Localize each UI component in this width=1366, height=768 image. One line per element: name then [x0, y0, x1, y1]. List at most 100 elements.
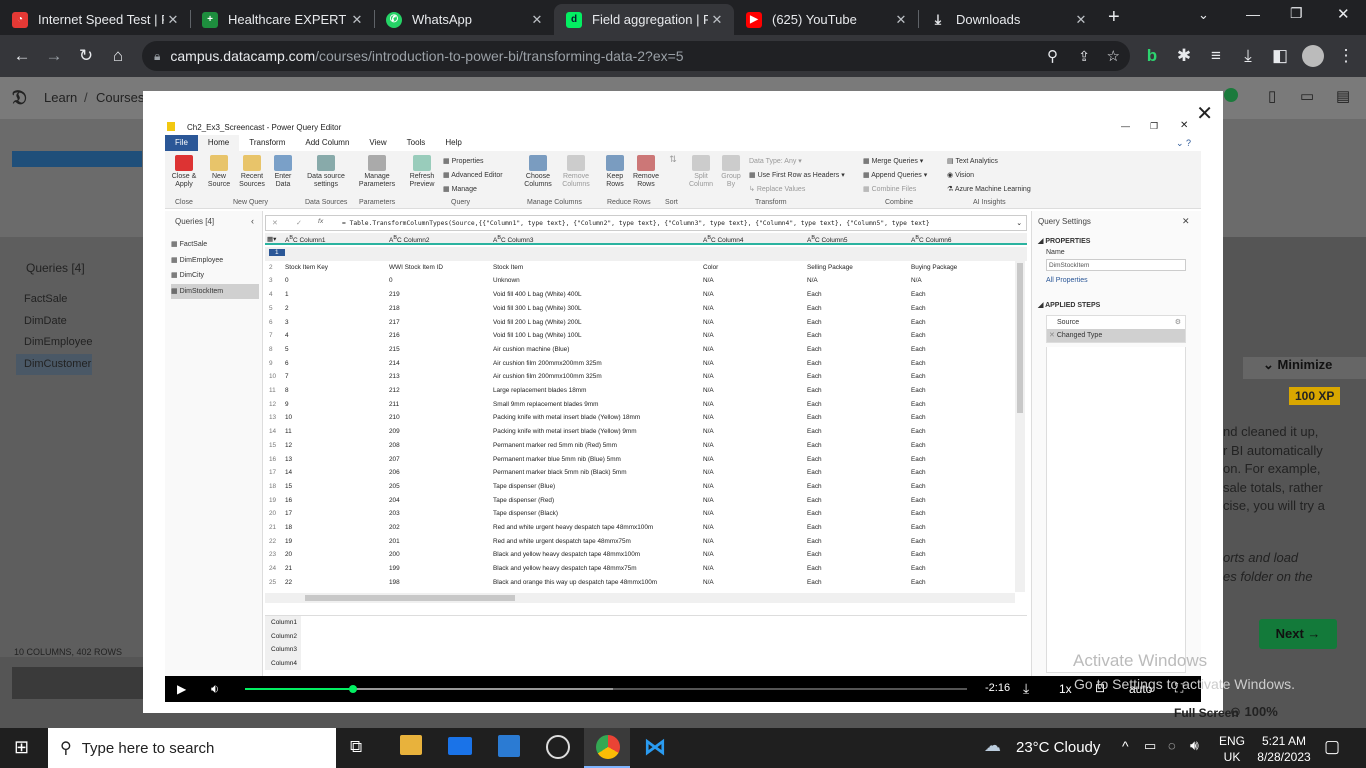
table-row[interactable]: 25 22 198 Black and orange this way up desp…: [265, 576, 1027, 590]
extensions-puzzle-icon[interactable]: ✱: [1172, 44, 1196, 68]
tab-field-aggregation[interactable]: d Field aggregation | Po ✕: [554, 4, 734, 35]
table-row[interactable]: 17 14 206 Permanent marker black 5mm nib (B…: [265, 466, 1027, 480]
new-source-button[interactable]: New Source: [205, 155, 233, 189]
manage-parameters-button[interactable]: Manage Parameters: [355, 155, 399, 189]
close-tab-icon[interactable]: ✕: [1072, 12, 1090, 28]
all-properties-link[interactable]: All Properties: [1046, 277, 1088, 284]
text-analytics-button[interactable]: ▤ Text Analytics: [947, 155, 1031, 169]
pq-close-icon[interactable]: ✕: [1180, 120, 1188, 131]
menu-view[interactable]: View: [359, 135, 396, 151]
menu-file[interactable]: File: [165, 135, 198, 151]
step-changed-type[interactable]: ✕ Changed Type: [1047, 329, 1185, 342]
recent-sources-button[interactable]: Recent Sources: [237, 155, 267, 189]
horizontal-scrollbar[interactable]: [265, 593, 1015, 603]
network-icon[interactable]: ▭: [1144, 738, 1156, 754]
choose-columns-button[interactable]: Choose Columns: [521, 155, 555, 189]
menu-help[interactable]: Help: [435, 135, 471, 151]
tab-downloads[interactable]: ⤓ Downloads ✕: [918, 4, 1098, 35]
media-control-icon[interactable]: ≡: [1204, 44, 1228, 68]
column-header[interactable]: ABC Column1: [285, 235, 325, 244]
taskbar-search[interactable]: ⚲ Type here to search: [48, 728, 336, 768]
merge-queries-button[interactable]: ▦ Merge Queries ▾: [863, 155, 927, 169]
close-settings-icon[interactable]: ✕: [1182, 216, 1190, 227]
learn-link[interactable]: Learn: [44, 90, 77, 105]
help-icon[interactable]: ⌄ ?: [1166, 135, 1201, 151]
sort-icon[interactable]: ⇅: [667, 155, 679, 164]
tab-whatsapp[interactable]: ✆ WhatsApp ✕: [374, 4, 554, 35]
speaker-icon[interactable]: 🔊︎: [1190, 737, 1199, 754]
pq-restore-icon[interactable]: ❐: [1150, 121, 1158, 132]
wifi-icon[interactable]: ◌: [1168, 738, 1176, 753]
vision-button[interactable]: ◉ Vision: [947, 169, 1031, 183]
table-row[interactable]: 10 7 213 Air cushion film 200mmx100mm 325m N…: [265, 370, 1027, 384]
column-header[interactable]: ABC Column6: [911, 235, 951, 244]
media-player-icon[interactable]: [546, 735, 570, 759]
tab-speed-test[interactable]: ◔ Internet Speed Test | F ✕: [0, 4, 190, 35]
properties-button[interactable]: ▦ Properties: [443, 155, 503, 169]
fx-icon[interactable]: fx: [318, 218, 323, 225]
table-row[interactable]: 13 10 210 Packing knife with metal insert b…: [265, 411, 1027, 425]
document-icon[interactable]: ▯: [1268, 87, 1276, 105]
table-row[interactable]: 22 19 201 Red and white urgent despatch tap…: [265, 535, 1027, 549]
close-tab-icon[interactable]: ✕: [708, 12, 726, 28]
close-tab-icon[interactable]: ✕: [892, 12, 910, 28]
back-icon[interactable]: ←: [10, 44, 34, 68]
full-screen-button[interactable]: Full Screen: [1174, 706, 1239, 720]
cancel-formula-icon[interactable]: ✕: [272, 219, 278, 227]
downloads-icon[interactable]: ⤓: [1236, 44, 1260, 68]
tray-chevron-icon[interactable]: ^: [1122, 738, 1129, 754]
table-row[interactable]: 11 8 212 Large replacement blades 18mm N/A Ea…: [265, 384, 1027, 398]
store-icon[interactable]: [498, 735, 520, 757]
clock[interactable]: 5:21 AM 8/28/2023: [1256, 733, 1312, 765]
table-row[interactable]: 8 5 215 Air cushion machine (Blue) N/A Each Ea…: [265, 343, 1027, 357]
share-icon[interactable]: ⇪: [1078, 48, 1090, 65]
data-grid[interactable]: ▦▾ ABC Column1 ABC Column2 ABC Column3 A…: [265, 233, 1027, 607]
table-row[interactable]: 24 21 199 Black and yellow heavy despatch t…: [265, 562, 1027, 576]
new-tab-icon[interactable]: +: [1108, 6, 1120, 29]
close-tab-icon[interactable]: ✕: [164, 12, 182, 28]
azure-ml-button[interactable]: ⚗ Azure Machine Learning: [947, 183, 1031, 197]
close-window-icon[interactable]: ✕: [1337, 5, 1350, 23]
next-button[interactable]: Next →: [1259, 619, 1337, 649]
menu-tools[interactable]: Tools: [397, 135, 436, 151]
refresh-preview-button[interactable]: Refresh Preview: [405, 155, 439, 189]
append-queries-button[interactable]: ▦ Append Queries ▾: [863, 169, 927, 183]
formula-bar[interactable]: ✕ ✓ fx = Table.TransformColumnTypes(Sour…: [265, 215, 1027, 231]
table-row[interactable]: 1: [265, 247, 1027, 261]
tab-search-icon[interactable]: ⌄: [1198, 7, 1209, 23]
table-row[interactable]: 6 3 217 Void fill 200 L bag (White) 200L N/A…: [265, 316, 1027, 330]
use-first-row-button[interactable]: ▦ Use First Row as Headers ▾: [749, 169, 845, 183]
table-row[interactable]: 23 20 200 Black and yellow heavy despatch t…: [265, 548, 1027, 562]
query-item[interactable]: ▦ DimCity: [171, 268, 259, 284]
vscode-icon[interactable]: ⋈: [644, 734, 666, 760]
column-header[interactable]: ABC Column5: [807, 235, 847, 244]
query-item[interactable]: ▦ FactSale: [171, 237, 259, 253]
table-row[interactable]: 16 13 207 Permanent marker blue 5mm nib (Bl…: [265, 453, 1027, 467]
chrome-icon[interactable]: [596, 735, 620, 759]
query-item[interactable]: ▦ DimEmployee: [171, 253, 259, 269]
menu-home[interactable]: Home: [197, 135, 240, 151]
table-row[interactable]: 12 9 211 Small 9mm replacement blades 9mm N/…: [265, 398, 1027, 412]
table-row[interactable]: 20 17 203 Tape dispenser (Black) N/A Each Each: [265, 507, 1027, 521]
extension-b-icon[interactable]: b: [1140, 44, 1164, 68]
table-row[interactable]: 4 1 219 Void fill 400 L bag (White) 400L N/A…: [265, 288, 1027, 302]
enter-data-button[interactable]: Enter Data: [271, 155, 295, 189]
query-name-input[interactable]: DimStockItem: [1046, 259, 1186, 271]
column-header[interactable]: ABC Column2: [389, 235, 429, 244]
keep-rows-button[interactable]: Keep Rows: [601, 155, 629, 189]
commit-formula-icon[interactable]: ✓: [296, 219, 302, 227]
video-icon[interactable]: ▭: [1300, 87, 1314, 105]
minimize-button[interactable]: ⌄ Minimize: [1263, 357, 1332, 373]
close-apply-button[interactable]: Close & Apply: [169, 155, 199, 189]
table-row[interactable]: 15 12 208 Permanent marker red 5mm nib (Red…: [265, 439, 1027, 453]
restore-window-icon[interactable]: ❐: [1290, 5, 1303, 22]
windows-start-icon[interactable]: ⊞: [14, 737, 29, 758]
task-view-icon[interactable]: ⧉: [350, 737, 362, 757]
close-tab-icon[interactable]: ✕: [528, 12, 546, 28]
mail-icon[interactable]: [448, 737, 472, 755]
column-header[interactable]: ABC Column3: [493, 235, 533, 244]
table-row[interactable]: 3 0 0 Unknown N/A N/A N/A: [265, 274, 1027, 288]
download-video-icon[interactable]: ⤓: [1023, 680, 1029, 697]
zoom-search-icon[interactable]: ⚲: [1047, 47, 1058, 65]
volume-icon[interactable]: 🔉︎: [211, 681, 219, 697]
